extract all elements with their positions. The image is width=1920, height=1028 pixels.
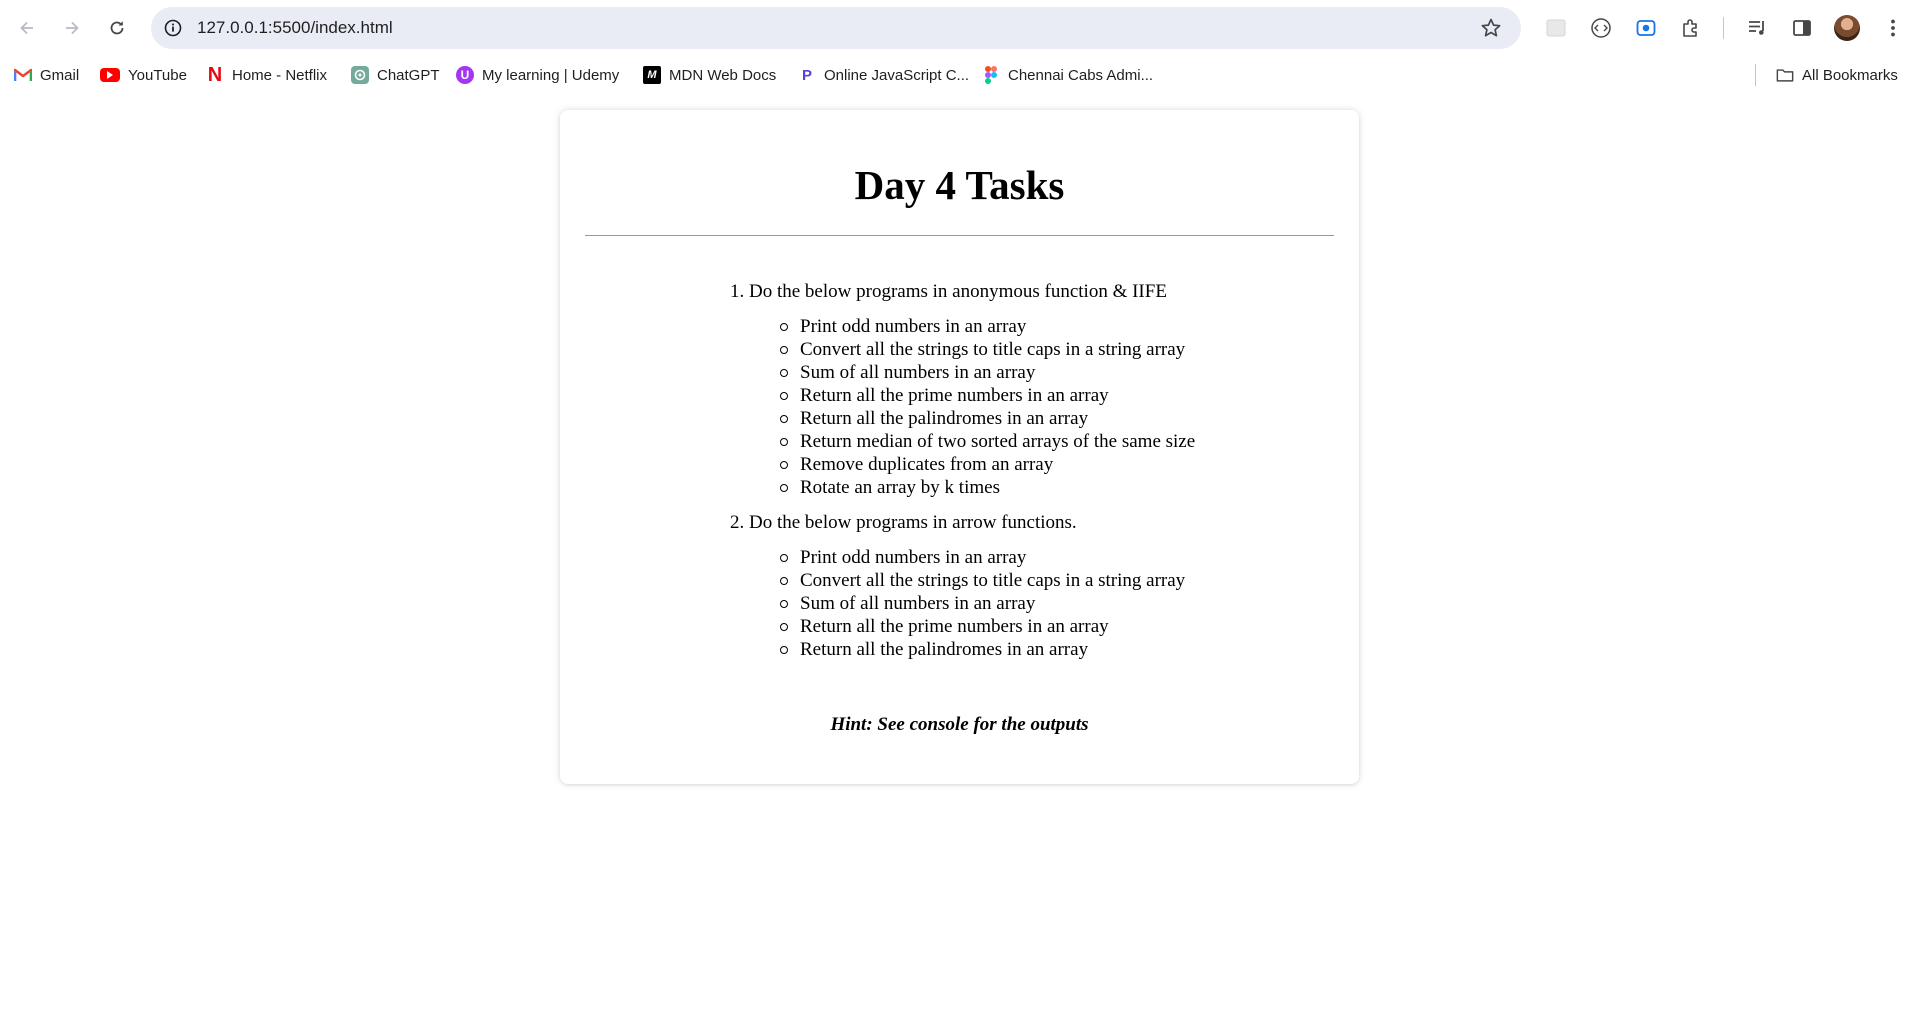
- chatgpt-icon: [351, 66, 369, 84]
- subtask-item: Return all the prime numbers in an array: [780, 384, 1195, 407]
- subtask-item: Print odd numbers in an array: [780, 546, 1195, 569]
- netflix-icon: N: [207, 63, 223, 86]
- all-bookmarks-button[interactable]: All Bookmarks: [1776, 64, 1898, 86]
- extension-screen-recorder-icon[interactable]: [1632, 14, 1660, 42]
- forward-button[interactable]: [56, 12, 88, 44]
- bookmarks-bar: Gmail YouTube N Home - Netflix ChatGPT U…: [0, 56, 1920, 92]
- extensions-puzzle-icon[interactable]: [1677, 14, 1705, 42]
- subtask-item: Convert all the strings to title caps in…: [780, 338, 1195, 361]
- subtask-item: Rotate an array by k times: [780, 476, 1195, 499]
- subtask-item: Return all the palindromes in an array: [780, 407, 1195, 430]
- url-text[interactable]: 127.0.0.1:5500/index.html: [197, 18, 393, 38]
- profile-avatar[interactable]: [1834, 15, 1860, 41]
- task-heading: 2. Do the below programs in arrow functi…: [730, 512, 1077, 533]
- task-list: 1. Do the below programs in anonymous fu…: [730, 280, 1195, 673]
- task-item: 2. Do the below programs in arrow functi…: [730, 511, 1195, 661]
- subtask-item: Sum of all numbers in an array: [780, 592, 1195, 615]
- reload-button[interactable]: [101, 12, 133, 44]
- reload-icon: [110, 21, 124, 35]
- page-title: Day 4 Tasks: [854, 162, 1065, 208]
- subtask-list: Print odd numbers in an array Convert al…: [730, 546, 1195, 661]
- figma-icon: [982, 66, 1000, 84]
- task-item: 1. Do the below programs in anonymous fu…: [730, 280, 1195, 499]
- extension-code-icon[interactable]: [1587, 14, 1615, 42]
- page-viewport: Day 4 Tasks 1. Do the below programs in …: [0, 92, 1920, 1028]
- address-bar[interactable]: 127.0.0.1:5500/index.html: [151, 7, 1521, 49]
- subtask-item: Return all the prime numbers in an array: [780, 615, 1195, 638]
- bookmark-chatgpt[interactable]: ChatGPT: [351, 64, 440, 86]
- subtask-item: Return all the palindromes in an array: [780, 638, 1195, 661]
- js-compiler-icon: P: [801, 66, 812, 84]
- bookmark-gmail[interactable]: Gmail: [14, 64, 79, 86]
- extension-placeholder-icon[interactable]: [1542, 14, 1570, 42]
- arrow-left-icon: [20, 21, 33, 35]
- youtube-icon: [100, 68, 120, 82]
- subtask-item: Return median of two sorted arrays of th…: [780, 430, 1195, 453]
- mdn-icon: M: [643, 66, 661, 84]
- bookmark-mdn[interactable]: M MDN Web Docs: [643, 64, 776, 86]
- browser-toolbar: 127.0.0.1:5500/index.html: [0, 0, 1920, 56]
- udemy-icon: U: [456, 66, 474, 84]
- bookmark-netflix[interactable]: N Home - Netflix: [206, 64, 327, 86]
- menu-kebab-icon[interactable]: [1879, 14, 1907, 42]
- site-info-icon[interactable]: [161, 16, 185, 40]
- task-card: Day 4 Tasks 1. Do the below programs in …: [560, 110, 1359, 784]
- media-controls-icon[interactable]: [1743, 14, 1771, 42]
- title-divider: [585, 235, 1334, 236]
- bookmark-star-icon[interactable]: [1479, 16, 1503, 40]
- subtask-item: Print odd numbers in an array: [780, 315, 1195, 338]
- subtask-list: Print odd numbers in an array Convert al…: [730, 315, 1195, 499]
- back-button[interactable]: [11, 12, 43, 44]
- bookmark-youtube[interactable]: YouTube: [100, 64, 187, 86]
- side-panel-icon[interactable]: [1788, 14, 1816, 42]
- task-heading: 1. Do the below programs in anonymous fu…: [730, 281, 1167, 302]
- gmail-icon: [14, 66, 32, 84]
- bookmark-chennai-cabs[interactable]: Chennai Cabs Admi...: [982, 64, 1153, 86]
- subtask-item: Convert all the strings to title caps in…: [780, 569, 1195, 592]
- subtask-item: Sum of all numbers in an array: [780, 361, 1195, 384]
- bookmark-online-js-compiler[interactable]: P Online JavaScript C...: [798, 64, 969, 86]
- bookmark-udemy[interactable]: U My learning | Udemy: [456, 64, 619, 86]
- toolbar-divider: [1723, 17, 1724, 39]
- folder-icon: [1776, 66, 1794, 84]
- arrow-right-icon: [66, 21, 79, 35]
- hint-text: Hint: See console for the outputs: [830, 714, 1089, 735]
- subtask-item: Remove duplicates from an array: [780, 453, 1195, 476]
- bookmarks-divider: [1755, 64, 1756, 86]
